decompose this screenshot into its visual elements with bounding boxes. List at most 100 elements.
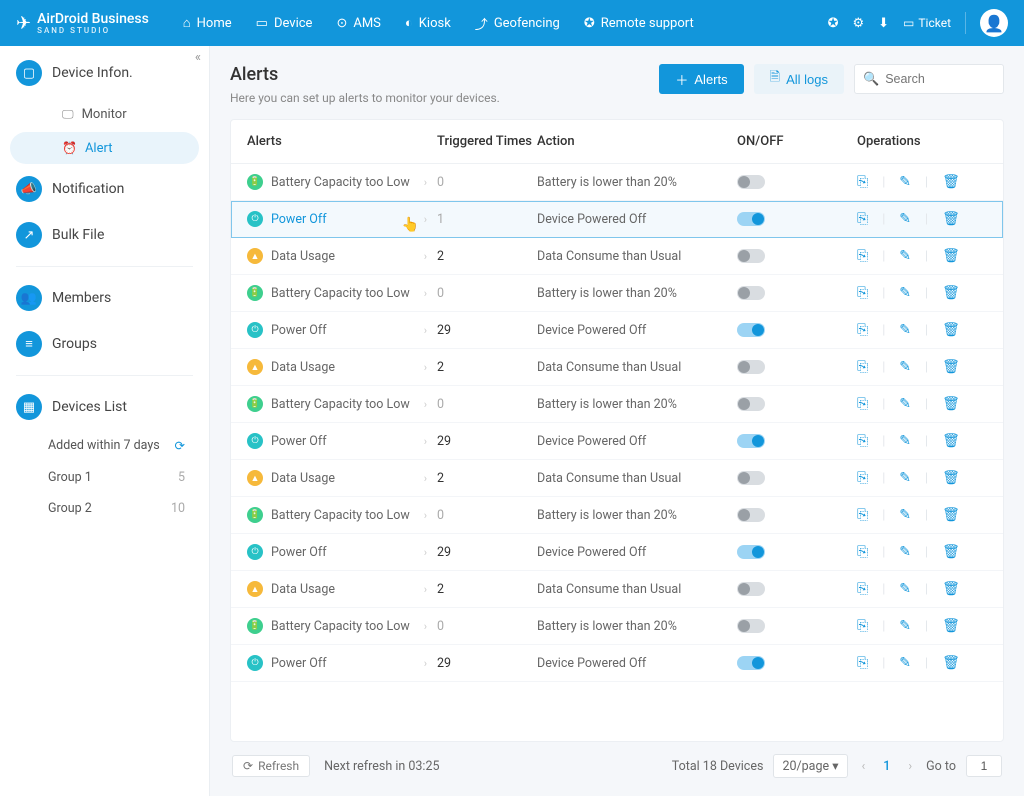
gear-icon[interactable]: ⚙ — [852, 16, 864, 31]
table-row[interactable]: 🔋Battery Capacity too Low›0Battery is lo… — [231, 164, 1003, 201]
edit-icon[interactable]: ✎ — [899, 470, 911, 486]
table-row[interactable]: 🔋Battery Capacity too Low›0Battery is lo… — [231, 386, 1003, 423]
copy-icon[interactable]: ⎘ — [857, 618, 868, 634]
toggle-switch[interactable] — [737, 360, 765, 374]
search-input[interactable] — [885, 72, 995, 86]
delete-icon[interactable]: 🗑 — [942, 322, 960, 338]
current-page[interactable]: 1 — [879, 759, 894, 774]
sidebar-item-groups[interactable]: ≡ Groups — [0, 321, 209, 367]
toggle-switch[interactable] — [737, 434, 765, 448]
edit-icon[interactable]: ✎ — [899, 248, 911, 264]
delete-icon[interactable]: 🗑 — [942, 211, 960, 227]
copy-icon[interactable]: ⎘ — [857, 507, 868, 523]
sidebar-item-bulk-file[interactable]: ↗ Bulk File — [0, 212, 209, 258]
table-row[interactable]: ▲Data Usage›2Data Consume than Usual⎘|✎|… — [231, 571, 1003, 608]
table-row[interactable]: ▲Data Usage›2Data Consume than Usual⎘|✎|… — [231, 238, 1003, 275]
sidebar-item-device-info[interactable]: ▢ Device Infon. — [0, 50, 209, 96]
edit-icon[interactable]: ✎ — [899, 359, 911, 375]
alerts-button[interactable]: ＋ Alerts — [659, 64, 743, 94]
edit-icon[interactable]: ✎ — [899, 211, 911, 227]
next-page-button[interactable]: › — [904, 759, 916, 774]
search-box[interactable]: 🔍 — [854, 64, 1004, 94]
copy-icon[interactable]: ⎘ — [857, 248, 868, 264]
delete-icon[interactable]: 🗑 — [942, 581, 960, 597]
delete-icon[interactable]: 🗑 — [942, 174, 960, 190]
toggle-switch[interactable] — [737, 471, 765, 485]
sidebar-item-members[interactable]: 👥 Members — [0, 275, 209, 321]
edit-icon[interactable]: ✎ — [899, 174, 911, 190]
edit-icon[interactable]: ✎ — [899, 285, 911, 301]
page-size-select[interactable]: 20/page ▾ — [773, 754, 847, 778]
toggle-switch[interactable] — [737, 212, 765, 226]
people-icon[interactable]: ✪ — [828, 16, 839, 31]
delete-icon[interactable]: 🗑 — [942, 359, 960, 375]
sidebar-item-alert[interactable]: ⏰ Alert — [10, 132, 199, 164]
edit-icon[interactable]: ✎ — [899, 581, 911, 597]
copy-icon[interactable]: ⎘ — [857, 396, 868, 412]
toggle-switch[interactable] — [737, 286, 765, 300]
topnav-item-ams[interactable]: ⊙AMS — [326, 8, 390, 39]
all-logs-button[interactable]: 🗎 All logs — [754, 64, 844, 94]
toggle-switch[interactable] — [737, 175, 765, 189]
table-row[interactable]: ⏻Power Off›29Device Powered Off⎘|✎|🗑 — [231, 645, 1003, 682]
table-row[interactable]: 🔋Battery Capacity too Low›0Battery is lo… — [231, 275, 1003, 312]
table-row[interactable]: ⏻Power Off›29Device Powered Off⎘|✎|🗑 — [231, 534, 1003, 571]
edit-icon[interactable]: ✎ — [899, 618, 911, 634]
copy-icon[interactable]: ⎘ — [857, 359, 868, 375]
toggle-switch[interactable] — [737, 323, 765, 337]
table-row[interactable]: ▲Data Usage›2Data Consume than Usual⎘|✎|… — [231, 349, 1003, 386]
table-row[interactable]: ⏻Power Off›29Device Powered Off⎘|✎|🗑 — [231, 312, 1003, 349]
toggle-switch[interactable] — [737, 397, 765, 411]
toggle-switch[interactable] — [737, 582, 765, 596]
toggle-switch[interactable] — [737, 656, 765, 670]
table-row[interactable]: 🔋Battery Capacity too Low›0Battery is lo… — [231, 497, 1003, 534]
prev-page-button[interactable]: ‹ — [858, 759, 870, 774]
avatar[interactable]: 👤 — [980, 9, 1008, 37]
copy-icon[interactable]: ⎘ — [857, 581, 868, 597]
delete-icon[interactable]: 🗑 — [942, 248, 960, 264]
table-row[interactable]: ▲Data Usage›2Data Consume than Usual⎘|✎|… — [231, 460, 1003, 497]
toggle-switch[interactable] — [737, 508, 765, 522]
copy-icon[interactable]: ⎘ — [857, 544, 868, 560]
sidebar-item-devices-list[interactable]: ▦ Devices List — [0, 384, 209, 430]
collapse-icon[interactable]: « — [195, 50, 201, 65]
download-icon[interactable]: ⬇ — [878, 16, 889, 31]
copy-icon[interactable]: ⎘ — [857, 655, 868, 671]
table-row[interactable]: ⏻Power Off👆›1Device Powered Off⎘|✎|🗑 — [231, 201, 1003, 238]
topnav-item-home[interactable]: ⌂Home — [173, 8, 242, 39]
copy-icon[interactable]: ⎘ — [857, 433, 868, 449]
delete-icon[interactable]: 🗑 — [942, 433, 960, 449]
topnav-item-remote-support[interactable]: ✪Remote support — [574, 8, 704, 39]
edit-icon[interactable]: ✎ — [899, 544, 911, 560]
copy-icon[interactable]: ⎘ — [857, 322, 868, 338]
toggle-switch[interactable] — [737, 545, 765, 559]
topnav-item-geofencing[interactable]: ⤴Geofencing — [465, 8, 570, 39]
sidebar-item-monitor[interactable]: 🖵 Monitor — [10, 98, 199, 130]
table-row[interactable]: 🔋Battery Capacity too Low›0Battery is lo… — [231, 608, 1003, 645]
sidebar-leaf-added[interactable]: Added within 7 days ⟳ — [0, 430, 209, 462]
table-row[interactable]: ⏻Power Off›29Device Powered Off⎘|✎|🗑 — [231, 423, 1003, 460]
edit-icon[interactable]: ✎ — [899, 655, 911, 671]
copy-icon[interactable]: ⎘ — [857, 211, 868, 227]
sidebar-leaf-group1[interactable]: Group 1 5 — [0, 462, 209, 493]
copy-icon[interactable]: ⎘ — [857, 470, 868, 486]
toggle-switch[interactable] — [737, 619, 765, 633]
edit-icon[interactable]: ✎ — [899, 433, 911, 449]
edit-icon[interactable]: ✎ — [899, 396, 911, 412]
copy-icon[interactable]: ⎘ — [857, 174, 868, 190]
delete-icon[interactable]: 🗑 — [942, 396, 960, 412]
copy-icon[interactable]: ⎘ — [857, 285, 868, 301]
delete-icon[interactable]: 🗑 — [942, 655, 960, 671]
edit-icon[interactable]: ✎ — [899, 322, 911, 338]
delete-icon[interactable]: 🗑 — [942, 544, 960, 560]
goto-input[interactable] — [966, 755, 1002, 777]
delete-icon[interactable]: 🗑 — [942, 618, 960, 634]
ticket-link[interactable]: ▭ Ticket — [903, 16, 951, 30]
sidebar-leaf-group2[interactable]: Group 2 10 — [0, 493, 209, 524]
refresh-button[interactable]: ⟳ Refresh — [232, 755, 310, 777]
delete-icon[interactable]: 🗑 — [942, 285, 960, 301]
toggle-switch[interactable] — [737, 249, 765, 263]
edit-icon[interactable]: ✎ — [899, 507, 911, 523]
topnav-item-kiosk[interactable]: ◐Kiosk — [395, 8, 461, 39]
delete-icon[interactable]: 🗑 — [942, 507, 960, 523]
